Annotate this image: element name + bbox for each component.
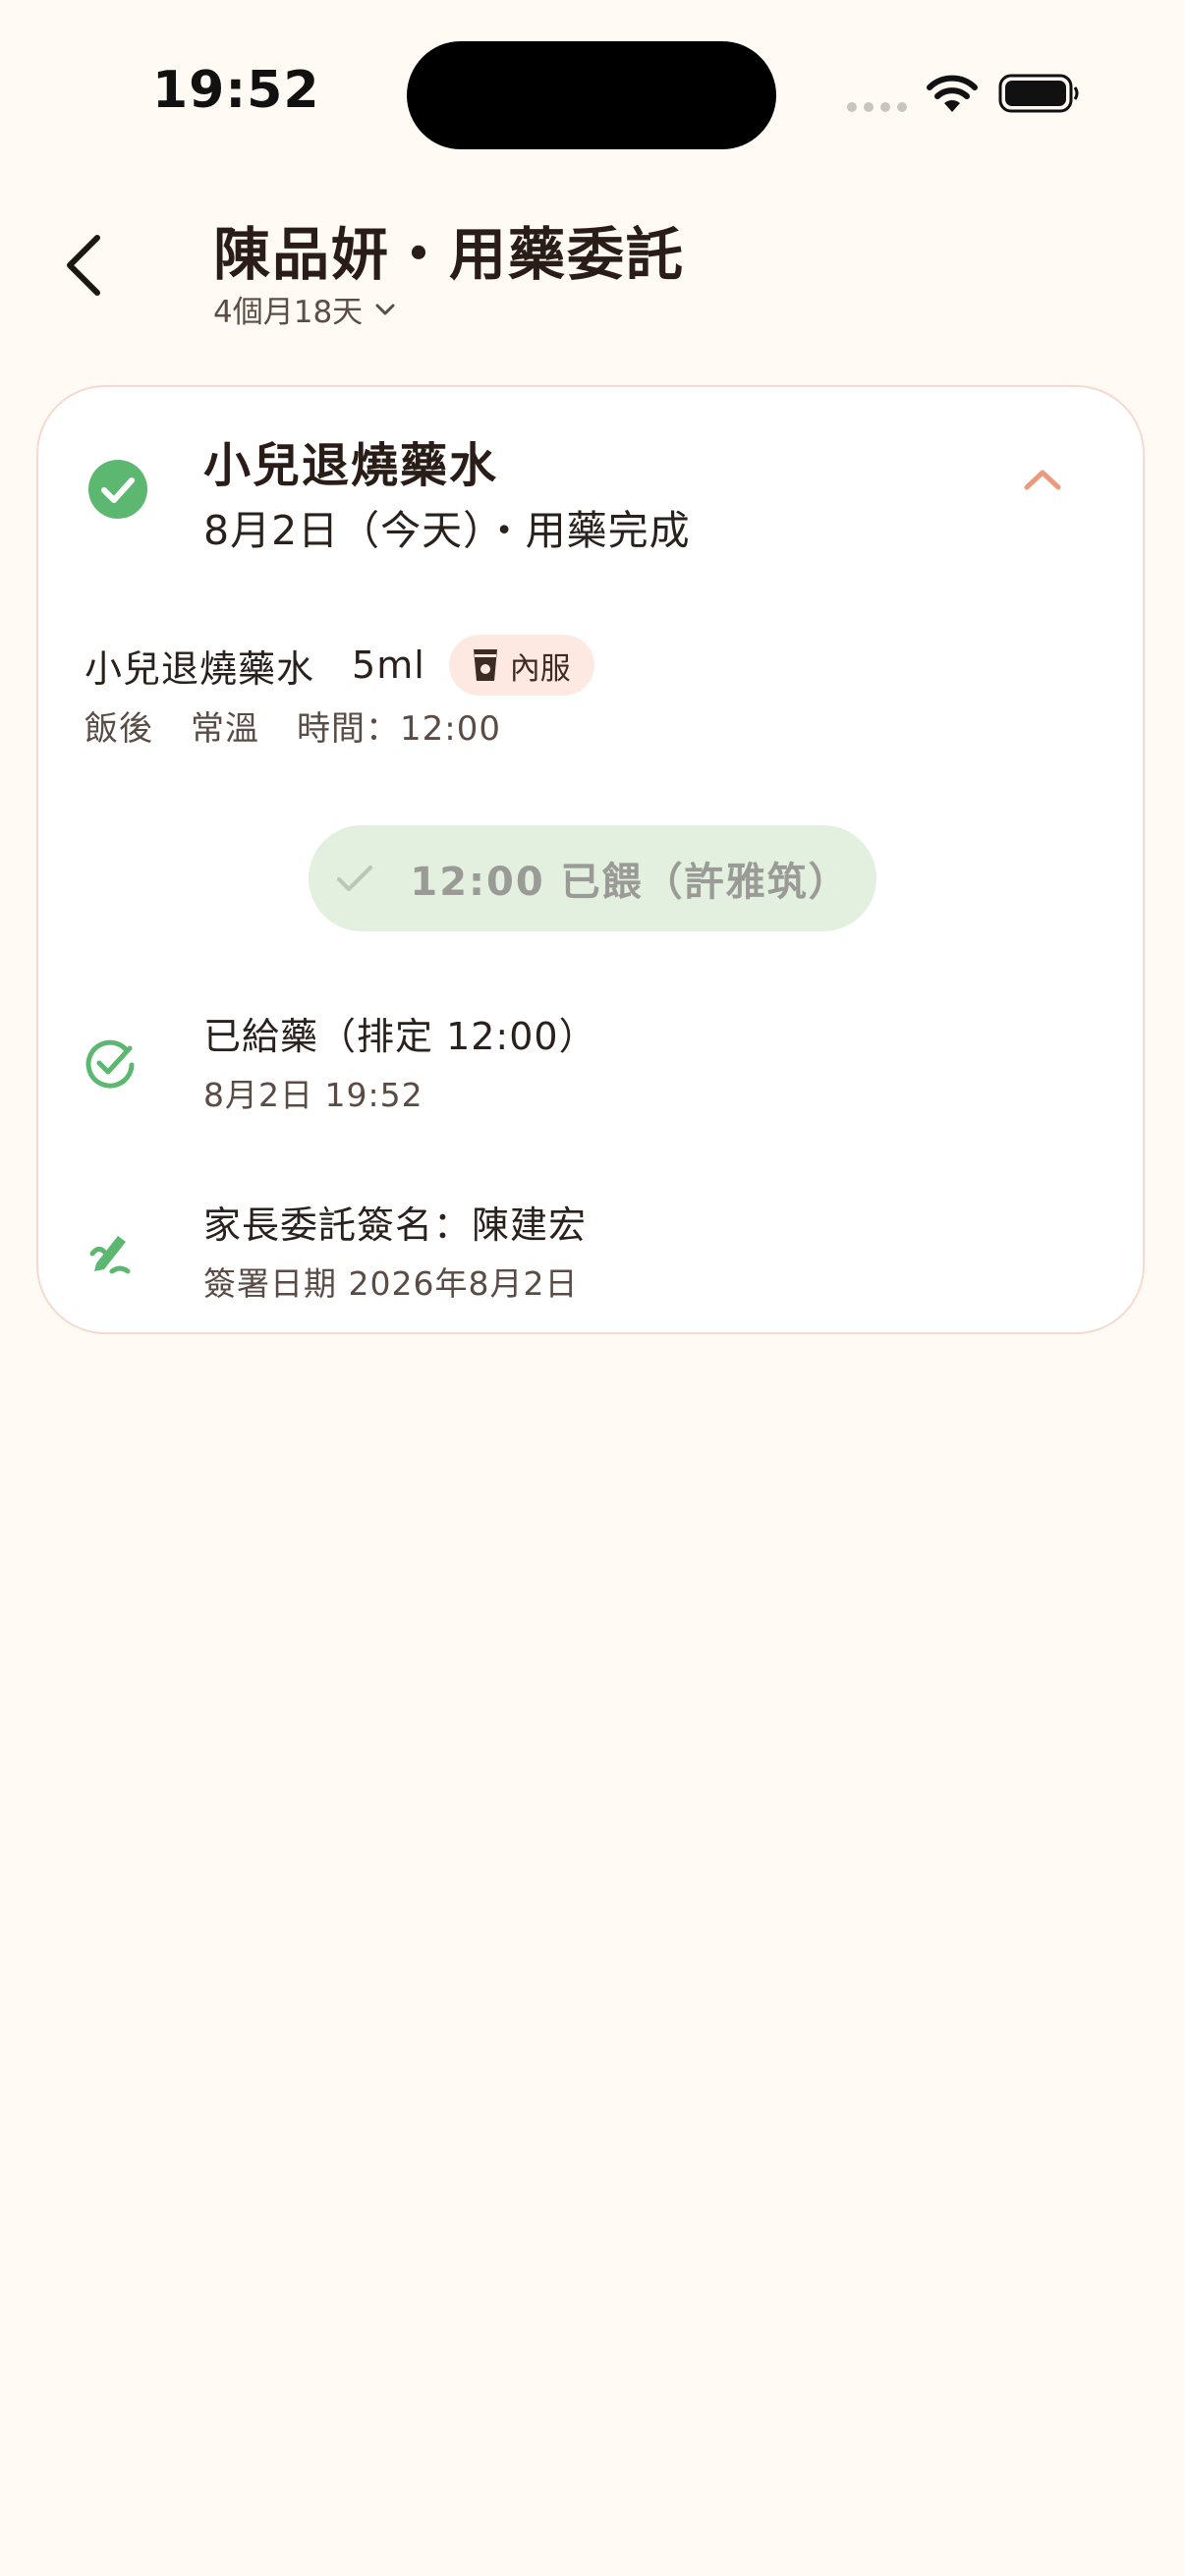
medication-card: 小兒退燒藥水 8月2日（今天）・用藥完成 小兒退燒藥水 5ml 內服 飯後 常溫…: [36, 385, 1145, 1334]
status-bar: 19:52: [0, 0, 1185, 187]
medication-time: 時間：12:00: [297, 709, 501, 749]
fed-status-button[interactable]: 12:00 已餵（許雅筑）: [309, 825, 876, 931]
status-time: 19:52: [152, 61, 320, 120]
medication-details: 飯後 常溫 時間：12:00: [85, 701, 501, 750]
signature-pen-icon: [89, 1236, 131, 1274]
cellular-signal-icon: [847, 102, 907, 112]
log-timestamp: 8月2日 19:52: [203, 1076, 423, 1114]
wifi-icon: [927, 75, 978, 112]
card-title: 小兒退燒藥水: [203, 438, 499, 493]
route-label: 內服: [509, 650, 571, 687]
medication-info-row: 小兒退燒藥水 5ml 內服: [85, 635, 594, 696]
chevron-up-icon[interactable]: [1023, 468, 1062, 491]
checkmark-icon: [337, 866, 373, 891]
log-title: 家長委託簽名：陳建宏: [203, 1204, 588, 1247]
chevron-left-icon: [67, 235, 100, 296]
age-selector[interactable]: 4個月18天: [213, 287, 396, 331]
check-circle-outline-icon: [85, 1039, 135, 1089]
medication-timing: 飯後: [85, 709, 153, 749]
age-label: 4個月18天: [213, 295, 364, 330]
back-button[interactable]: [49, 226, 118, 305]
log-item-given: 已給藥（排定 12:00） 8月2日 19:52: [38, 1006, 1143, 1124]
log-timestamp: 簽署日期 2026年8月2日: [203, 1264, 579, 1303]
battery-icon: [998, 74, 1079, 113]
medication-name: 小兒退燒藥水: [85, 646, 315, 691]
route-badge: 內服: [448, 635, 594, 696]
medicine-cup-icon: [473, 649, 497, 681]
card-header[interactable]: 小兒退燒藥水 8月2日（今天）・用藥完成: [38, 387, 1143, 554]
medication-dose: 5ml: [352, 644, 425, 687]
check-circle-filled-icon: [88, 460, 147, 519]
chevron-down-icon: [375, 304, 395, 314]
card-subtitle: 8月2日（今天）・用藥完成: [203, 507, 691, 554]
medication-storage: 常溫: [191, 709, 259, 749]
log-item-signature: 家長委託簽名：陳建宏 簽署日期 2026年8月2日: [38, 1195, 1143, 1313]
fed-status-label: 12:00 已餵（許雅筑）: [410, 860, 850, 905]
log-title: 已給藥（排定 12:00）: [203, 1015, 597, 1058]
dynamic-island: [407, 41, 776, 149]
navigation-bar: 陳品妍・用藥委託 4個月18天: [0, 187, 1185, 354]
page-title: 陳品妍・用藥委託: [213, 221, 686, 288]
